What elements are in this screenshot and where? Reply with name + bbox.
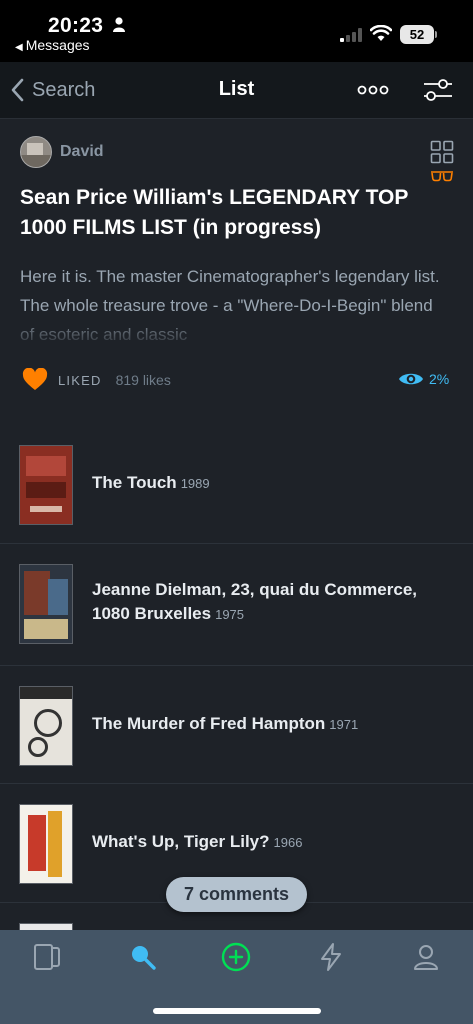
film-list: The Touch 1989 Jeanne Dielman, 23, quai d… (0, 425, 473, 1003)
film-title: The Touch (92, 473, 177, 492)
film-row[interactable]: Jeanne Dielman, 23, quai du Commerce, 10… (0, 544, 473, 666)
films-icon[interactable] (32, 942, 62, 972)
status-time: 20:23 (48, 14, 104, 37)
list-title: Sean Price William's LEGENDARY TOP 1000 … (20, 186, 408, 239)
glasses-icon[interactable] (430, 170, 454, 182)
page-title: List (218, 78, 255, 100)
comments-button[interactable]: 7 comments (166, 877, 307, 912)
person-icon (113, 17, 125, 32)
signal-icon (340, 28, 362, 42)
film-row[interactable]: The Murder of Fred Hampton 1971 (0, 666, 473, 784)
eye-icon (399, 373, 423, 385)
film-title: The Murder of Fred Hampton (92, 714, 326, 733)
likes-count[interactable]: 819 likes (116, 372, 171, 388)
film-year: 1971 (329, 717, 359, 732)
list-owner[interactable]: David (20, 136, 104, 168)
owner-name: David (60, 143, 104, 160)
film-poster[interactable] (19, 445, 73, 525)
liked-label: LIKED (58, 372, 102, 388)
like-row[interactable]: LIKED 819 likes (22, 368, 171, 392)
film-title: Jeanne Dielman, 23, quai du Commerce, 10… (92, 580, 418, 623)
battery-nub (435, 31, 437, 38)
film-title: What's Up, Tiger Lily? (92, 832, 270, 851)
back-app-label: Messages (25, 37, 90, 53)
search-icon[interactable] (128, 942, 158, 972)
avatar (20, 136, 52, 168)
grid-view-icon[interactable] (430, 140, 454, 164)
nav-bar: Search List (0, 62, 473, 119)
battery-indicator: 52 (400, 25, 434, 44)
film-year: 1989 (180, 476, 210, 491)
profile-icon[interactable] (411, 942, 441, 972)
film-title-line: What's Up, Tiger Lily? 1966 (92, 830, 453, 855)
film-poster[interactable] (19, 564, 73, 644)
back-to-app-link[interactable]: ◀ Messages (15, 37, 90, 53)
film-row[interactable]: The Touch 1989 (0, 425, 473, 544)
home-indicator (153, 1008, 321, 1014)
film-poster[interactable] (19, 804, 73, 884)
back-triangle-icon: ◀ (15, 42, 23, 53)
film-title-line: The Touch 1989 (92, 471, 453, 496)
description-fade (0, 314, 473, 344)
activity-icon[interactable] (316, 942, 346, 972)
film-title-line: The Murder of Fred Hampton 1971 (92, 712, 453, 737)
filter-icon[interactable] (422, 78, 454, 104)
heart-icon[interactable] (22, 368, 48, 392)
more-options-icon[interactable] (357, 82, 389, 98)
add-icon[interactable] (221, 942, 251, 972)
wifi-icon (370, 25, 392, 41)
film-title-line: Jeanne Dielman, 23, quai du Commerce, 10… (92, 578, 453, 627)
status-bar: 20:23 ◀ Messages 52 (0, 0, 473, 62)
film-year: 1975 (215, 607, 245, 622)
watched-percent: 2% (429, 371, 450, 387)
film-poster[interactable] (19, 686, 73, 766)
film-year: 1966 (273, 835, 303, 850)
